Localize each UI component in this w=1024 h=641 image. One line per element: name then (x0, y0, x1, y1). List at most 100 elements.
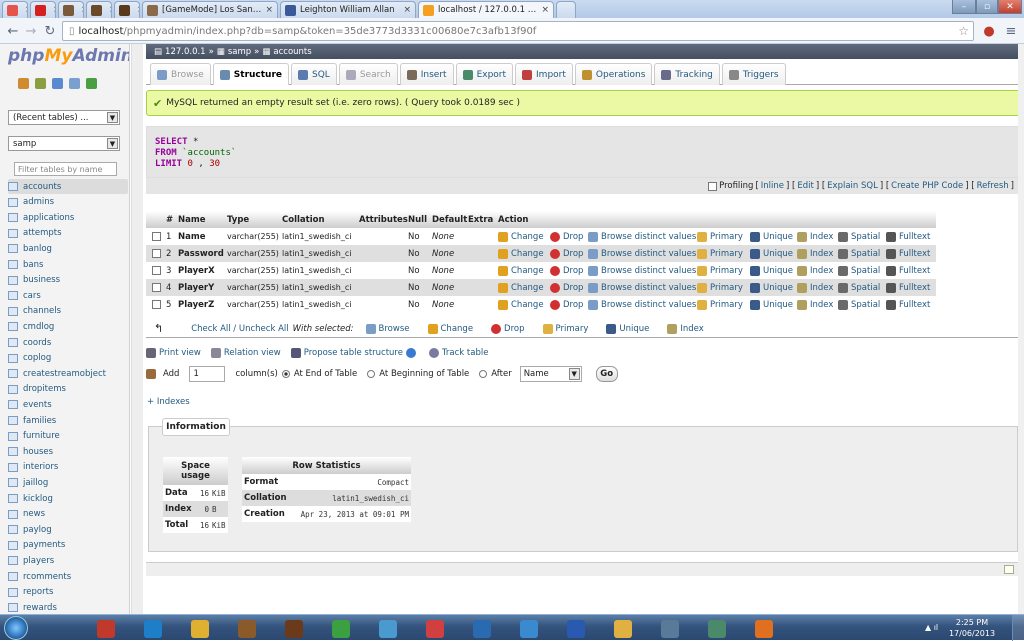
action-unique[interactable]: Unique (750, 299, 793, 310)
sidebar-table-dropitems[interactable]: dropitems (8, 382, 128, 397)
logout-icon[interactable] (35, 78, 46, 89)
new-tab-button[interactable] (556, 1, 576, 18)
close-icon[interactable]: × (137, 5, 139, 15)
row-checkbox[interactable] (152, 266, 161, 275)
breadcrumb-database[interactable]: samp (228, 47, 251, 57)
action-fulltext[interactable]: Fulltext (886, 231, 930, 242)
system-tray[interactable]: ▲ ıl (925, 623, 945, 635)
action-drop[interactable]: Drop (550, 231, 583, 242)
sidebar-table-cmdlog[interactable]: cmdlog (8, 319, 128, 334)
tab-import[interactable]: Import (515, 63, 573, 85)
reload-navigation-icon[interactable] (86, 78, 97, 89)
browser-tab[interactable]: × (30, 1, 56, 18)
action-fulltext[interactable]: Fulltext (886, 299, 930, 310)
browser-tab[interactable]: × (86, 1, 112, 18)
bulk-drop[interactable]: Drop (491, 323, 525, 334)
taskbar-app[interactable] (323, 618, 359, 639)
taskbar-app[interactable] (370, 618, 406, 639)
home-icon[interactable] (18, 78, 29, 89)
taskbar-app[interactable] (652, 618, 688, 639)
row-checkbox[interactable] (152, 300, 161, 309)
column-count-input[interactable]: 1 (189, 366, 226, 382)
minimize-button[interactable]: – (952, 0, 976, 14)
create-php-code-link[interactable]: Create PHP Code (891, 181, 963, 191)
taskbar-app[interactable] (88, 618, 124, 639)
row-checkbox[interactable] (152, 249, 161, 258)
close-icon[interactable]: × (25, 5, 27, 15)
taskbar-app[interactable] (558, 618, 594, 639)
star-icon[interactable]: ☆ (958, 24, 969, 38)
sidebar-table-bans[interactable]: bans (8, 257, 128, 272)
taskbar-app[interactable] (699, 618, 735, 639)
tab-triggers[interactable]: Triggers (721, 63, 786, 85)
row-checkbox[interactable] (152, 283, 161, 292)
sidebar-table-news[interactable]: news (8, 507, 128, 522)
taskbar-app[interactable] (135, 618, 171, 639)
maximize-button[interactable]: ▫ (976, 0, 998, 14)
sidebar-table-houses[interactable]: houses (8, 444, 128, 459)
sidebar-table-business[interactable]: business (8, 273, 128, 288)
taskbar-app[interactable] (182, 618, 218, 639)
action-drop[interactable]: Drop (550, 265, 583, 276)
action-fulltext[interactable]: Fulltext (886, 265, 930, 276)
sidebar-table-interiors[interactable]: interiors (8, 460, 128, 475)
indexes-toggle[interactable]: + Indexes (147, 397, 190, 407)
relation-view-link[interactable]: Relation view (210, 348, 281, 358)
bulk-browse[interactable]: Browse (365, 323, 410, 334)
action-browse-distinct-values[interactable]: Browse distinct values (588, 248, 696, 259)
tab-sql[interactable]: SQL (291, 63, 337, 85)
sidebar-table-reports[interactable]: reports (8, 585, 128, 600)
action-browse-distinct-values[interactable]: Browse distinct values (588, 282, 696, 293)
sidebar-table-attempts[interactable]: attempts (8, 226, 128, 241)
tab-export[interactable]: Export (455, 63, 514, 85)
bulk-index[interactable]: Index (667, 323, 704, 334)
close-window-button[interactable]: ✕ (998, 0, 1022, 14)
sidebar-table-applications[interactable]: applications (8, 210, 128, 225)
sidebar-table-coords[interactable]: coords (8, 335, 128, 350)
action-browse-distinct-values[interactable]: Browse distinct values (588, 231, 696, 242)
breadcrumb-server[interactable]: 127.0.0.1 (165, 47, 206, 57)
taskbar-app[interactable] (605, 618, 641, 639)
action-drop[interactable]: Drop (550, 248, 583, 259)
action-unique[interactable]: Unique (750, 282, 793, 293)
close-icon[interactable]: × (81, 5, 83, 15)
profiling-checkbox[interactable] (708, 181, 718, 191)
tab-operations[interactable]: Operations (574, 63, 653, 85)
action-change[interactable]: Change (498, 231, 544, 242)
after-radio[interactable] (479, 370, 488, 378)
action-unique[interactable]: Unique (750, 248, 793, 259)
sidebar-table-rewards[interactable]: rewards (8, 600, 128, 614)
show-desktop-button[interactable] (1012, 615, 1024, 641)
filter-tables-input[interactable]: Filter tables by name (14, 162, 117, 176)
clock[interactable]: 2:25 PM 17/06/2013 (948, 617, 996, 639)
action-index[interactable]: Index (797, 248, 833, 259)
action-browse-distinct-values[interactable]: Browse distinct values (588, 265, 696, 276)
browser-tab[interactable]: × (58, 1, 84, 18)
action-change[interactable]: Change (498, 299, 544, 310)
action-drop[interactable]: Drop (550, 299, 583, 310)
start-button[interactable] (4, 616, 28, 640)
check-all-link[interactable]: Check All / Uncheck All (191, 324, 288, 334)
bulk-change[interactable]: Change (427, 323, 473, 334)
after-column-select[interactable]: Name ▼ (519, 366, 582, 382)
action-primary[interactable]: Primary (697, 282, 743, 293)
close-icon[interactable]: × (265, 5, 273, 15)
taskbar-app[interactable] (511, 618, 547, 639)
main-scrollbar[interactable] (1018, 44, 1024, 614)
query-window-icon[interactable] (52, 78, 63, 89)
edit-link[interactable]: Edit (797, 181, 813, 191)
phpmyadmin-logo[interactable]: phpMyAdmin (8, 46, 129, 66)
docs-icon[interactable] (69, 78, 80, 89)
sidebar-table-players[interactable]: players (8, 553, 128, 568)
action-spatial[interactable]: Spatial (838, 299, 880, 310)
address-bar[interactable]: ▯ localhost/phpmyadmin/index.php?db=samp… (62, 21, 974, 41)
close-icon[interactable]: × (109, 5, 111, 15)
action-unique[interactable]: Unique (750, 231, 793, 242)
sidebar-table-payments[interactable]: payments (8, 538, 128, 553)
bulk-primary[interactable]: Primary (542, 323, 588, 334)
extension-icon[interactable]: ● (980, 22, 998, 40)
recent-tables-select[interactable]: (Recent tables) ... ▼ (8, 110, 120, 125)
sidebar-table-banlog[interactable]: banlog (8, 241, 128, 256)
database-select[interactable]: samp ▼ (8, 136, 120, 151)
taskbar-app[interactable] (746, 618, 782, 639)
